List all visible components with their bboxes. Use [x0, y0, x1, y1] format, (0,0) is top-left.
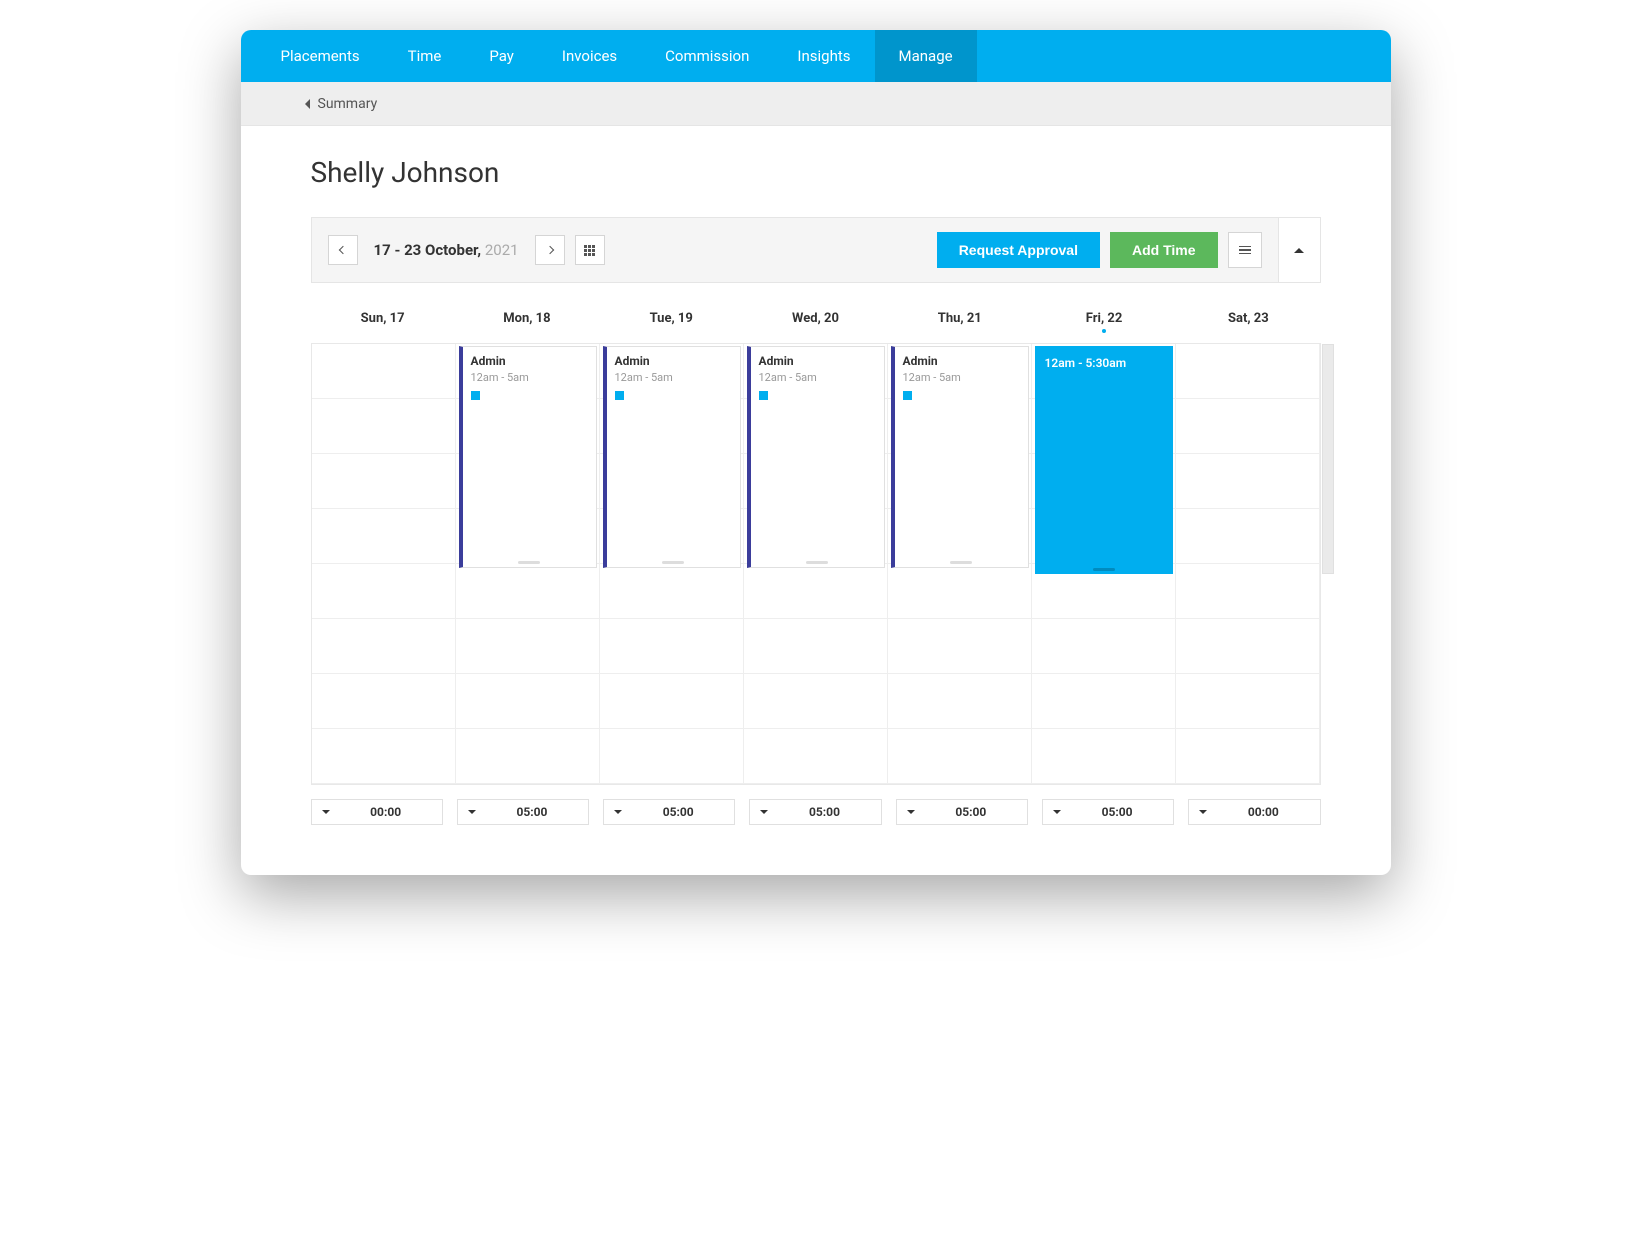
- event-col-wed: Admin 12am - 5am: [744, 344, 888, 574]
- totals-row: 00:00 05:00 05:00 05:00 05:00: [311, 799, 1321, 825]
- drag-handle-icon[interactable]: [950, 561, 972, 564]
- total-value: 05:00: [632, 805, 724, 819]
- caret-left-icon: [305, 99, 310, 109]
- drag-handle-icon[interactable]: [1093, 568, 1115, 571]
- collapse-panel-button[interactable]: [1279, 217, 1321, 283]
- nav-insights[interactable]: Insights: [773, 30, 874, 82]
- nav-time[interactable]: Time: [384, 30, 466, 82]
- event-col-fri: 12am - 5:30am: [1032, 344, 1176, 574]
- event-time: 12am - 5am: [759, 371, 876, 384]
- next-week-button[interactable]: [535, 235, 565, 265]
- event-title: Admin: [615, 354, 732, 368]
- drag-handle-icon[interactable]: [806, 561, 828, 564]
- scroll-strip[interactable]: [1322, 344, 1334, 574]
- day-header-sat: Sat, 23: [1176, 303, 1320, 343]
- breadcrumb-summary[interactable]: Summary: [305, 96, 378, 112]
- day-total-wed[interactable]: 05:00: [749, 799, 881, 825]
- caret-down-icon: [1053, 810, 1061, 814]
- page-title: Shelly Johnson: [311, 156, 1321, 189]
- event-tag-icon: [759, 391, 768, 400]
- nav-manage[interactable]: Manage: [875, 30, 977, 82]
- total-value: 05:00: [1071, 805, 1163, 819]
- add-time-button[interactable]: Add Time: [1110, 232, 1218, 268]
- day-headers: Sun, 17 Mon, 18 Tue, 19 Wed, 20 Thu, 21 …: [311, 303, 1321, 343]
- event-title: Admin: [903, 354, 1020, 368]
- nav-pay[interactable]: Pay: [465, 30, 538, 82]
- breadcrumb-label: Summary: [318, 96, 378, 112]
- event-card-tue[interactable]: Admin 12am - 5am: [603, 346, 741, 568]
- caret-down-icon: [760, 810, 768, 814]
- event-card-thu[interactable]: Admin 12am - 5am: [891, 346, 1029, 568]
- caret-down-icon: [907, 810, 915, 814]
- event-title: Admin: [471, 354, 588, 368]
- event-tag-icon: [903, 391, 912, 400]
- day-header-tue: Tue, 19: [599, 303, 743, 343]
- events-layer: Admin 12am - 5am Admin 12am - 5am: [312, 344, 1320, 574]
- total-value: 00:00: [340, 805, 432, 819]
- total-value: 00:00: [1217, 805, 1309, 819]
- event-time: 12am - 5am: [615, 371, 732, 384]
- event-tag-icon: [471, 391, 480, 400]
- event-title: Admin: [759, 354, 876, 368]
- prev-week-button[interactable]: [328, 235, 358, 265]
- date-range-year: 2021: [485, 241, 519, 259]
- event-card-mon[interactable]: Admin 12am - 5am: [459, 346, 597, 568]
- breadcrumb-bar: Summary: [241, 82, 1391, 126]
- event-time: 12am - 5am: [903, 371, 1020, 384]
- date-range: 17 - 23 October, 2021: [374, 241, 519, 259]
- content-area: Shelly Johnson 17 - 23 October, 2021: [241, 126, 1391, 875]
- total-value: 05:00: [925, 805, 1017, 819]
- caret-down-icon: [468, 810, 476, 814]
- calendar-grid[interactable]: Admin 12am - 5am Admin 12am - 5am: [311, 343, 1321, 785]
- list-icon: [1239, 246, 1251, 255]
- drag-handle-icon[interactable]: [662, 561, 684, 564]
- caret-down-icon: [614, 810, 622, 814]
- day-header-mon: Mon, 18: [455, 303, 599, 343]
- app-window: Placements Time Pay Invoices Commission …: [241, 30, 1391, 875]
- caret-up-icon: [1294, 248, 1304, 253]
- day-header-fri: Fri, 22: [1032, 303, 1176, 343]
- toolbar: 17 - 23 October, 2021 Request Approval A…: [311, 217, 1279, 283]
- calendar: Sun, 17 Mon, 18 Tue, 19 Wed, 20 Thu, 21 …: [311, 303, 1321, 825]
- top-nav: Placements Time Pay Invoices Commission …: [241, 30, 1391, 82]
- day-total-mon[interactable]: 05:00: [457, 799, 589, 825]
- request-approval-button[interactable]: Request Approval: [937, 232, 1100, 268]
- toolbar-row: 17 - 23 October, 2021 Request Approval A…: [311, 217, 1321, 283]
- nav-invoices[interactable]: Invoices: [538, 30, 641, 82]
- day-header-wed: Wed, 20: [743, 303, 887, 343]
- event-col-sat: [1176, 344, 1320, 574]
- event-time: 12am - 5am: [471, 371, 588, 384]
- event-col-mon: Admin 12am - 5am: [456, 344, 600, 574]
- day-total-sat[interactable]: 00:00: [1188, 799, 1320, 825]
- list-view-button[interactable]: [1228, 232, 1262, 268]
- today-dot-icon: [1102, 329, 1106, 333]
- nav-placements[interactable]: Placements: [241, 30, 384, 82]
- calendar-grid-icon: [584, 245, 595, 256]
- total-value: 05:00: [486, 805, 578, 819]
- chevron-right-icon: [545, 246, 553, 254]
- calendar-picker-button[interactable]: [575, 235, 605, 265]
- event-col-sun: [312, 344, 456, 574]
- event-col-thu: Admin 12am - 5am: [888, 344, 1032, 574]
- drag-handle-icon[interactable]: [518, 561, 540, 564]
- date-range-text: 17 - 23 October,: [374, 241, 482, 259]
- caret-down-icon: [322, 810, 330, 814]
- day-header-thu: Thu, 21: [888, 303, 1032, 343]
- event-col-tue: Admin 12am - 5am: [600, 344, 744, 574]
- day-total-thu[interactable]: 05:00: [896, 799, 1028, 825]
- event-time: 12am - 5:30am: [1045, 356, 1163, 370]
- caret-down-icon: [1199, 810, 1207, 814]
- total-value: 05:00: [778, 805, 870, 819]
- event-tag-icon: [615, 391, 624, 400]
- day-total-sun[interactable]: 00:00: [311, 799, 443, 825]
- day-total-tue[interactable]: 05:00: [603, 799, 735, 825]
- nav-commission[interactable]: Commission: [641, 30, 773, 82]
- event-card-wed[interactable]: Admin 12am - 5am: [747, 346, 885, 568]
- chevron-left-icon: [338, 246, 346, 254]
- day-total-fri[interactable]: 05:00: [1042, 799, 1174, 825]
- event-card-fri-active[interactable]: 12am - 5:30am: [1035, 346, 1173, 574]
- day-header-sun: Sun, 17: [311, 303, 455, 343]
